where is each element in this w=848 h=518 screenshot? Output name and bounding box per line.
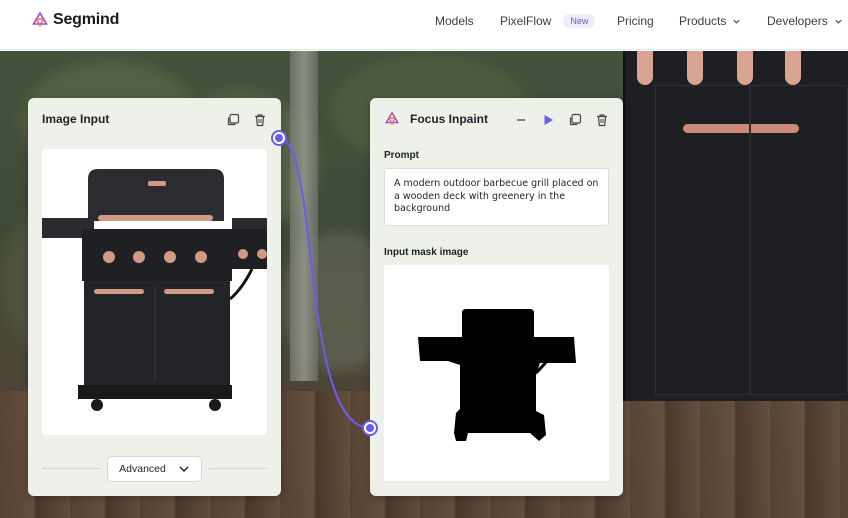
chevron-down-icon [835, 19, 842, 24]
trash-icon [597, 114, 607, 127]
divider [209, 468, 267, 469]
input-port[interactable] [362, 420, 378, 436]
node-title: Image Input [42, 112, 110, 126]
mask-label: Input mask image [384, 247, 469, 258]
brand-logo[interactable]: Segmind [31, 10, 119, 30]
input-image [42, 149, 267, 435]
nav-developers[interactable]: Developers [767, 12, 843, 30]
focus-inpaint-node[interactable]: Focus Inpaint Prompt A modern outdoor ba… [370, 98, 623, 496]
nav-products-label: Products [679, 14, 727, 28]
node-title: Focus Inpaint [410, 112, 488, 126]
nav-pricing[interactable]: Pricing [617, 12, 654, 30]
minus-icon [517, 119, 525, 121]
image-input-node[interactable]: Image Input Advanced [28, 98, 281, 496]
trash-icon [255, 114, 265, 127]
segmind-logo-icon [32, 11, 48, 28]
chevron-down-icon [179, 466, 189, 473]
duplicate-icon [569, 113, 582, 126]
nav-pixelflow[interactable]: PixelFlow New [500, 12, 596, 30]
grill-image [42, 169, 267, 411]
brand-name: Segmind [53, 11, 120, 28]
minimize-button[interactable] [513, 112, 529, 128]
mask-image[interactable] [384, 265, 609, 481]
nav-models[interactable]: Models [435, 12, 474, 30]
run-button[interactable] [540, 112, 556, 128]
segmind-logo-icon [384, 111, 400, 126]
delete-button[interactable] [252, 112, 268, 128]
delete-button[interactable] [594, 112, 610, 128]
grill-mask-image [418, 309, 576, 441]
advanced-toggle[interactable]: Advanced [107, 456, 202, 482]
chevron-down-icon [733, 19, 741, 24]
divider [42, 468, 100, 469]
output-port[interactable] [271, 130, 287, 146]
prompt-label: Prompt [384, 150, 419, 161]
duplicate-button[interactable] [225, 112, 241, 128]
nav-pixelflow-label: PixelFlow [500, 14, 552, 28]
nav-pricing-label: Pricing [617, 14, 654, 28]
advanced-label: Advanced [119, 463, 166, 475]
duplicate-button[interactable] [567, 112, 583, 128]
new-badge: New [563, 14, 596, 28]
prompt-input[interactable]: A modern outdoor barbecue grill placed o… [384, 168, 609, 226]
duplicate-icon [227, 113, 240, 126]
play-icon [544, 115, 553, 125]
top-navigation: Segmind Models PixelFlow New Pricing Pro… [0, 0, 848, 50]
nav-products[interactable]: Products [679, 12, 741, 30]
nav-models-label: Models [435, 14, 474, 28]
nav-developers-label: Developers [767, 14, 828, 28]
